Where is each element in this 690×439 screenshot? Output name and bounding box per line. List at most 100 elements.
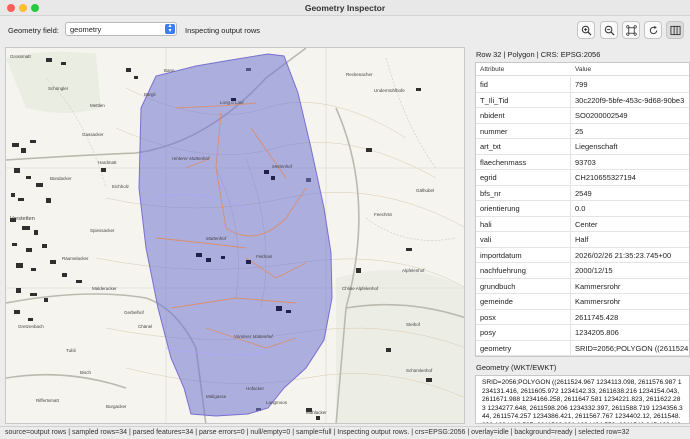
table-row[interactable]: importdatum 2026/02/26 21:35:23.745+00 (476, 247, 689, 263)
attribute-cell: hali (476, 216, 571, 232)
map-label: Malderacker (92, 286, 117, 291)
table-row[interactable]: nummer 25 (476, 123, 689, 139)
attribute-cell: grundbuch (476, 278, 571, 294)
map-label: Grossmatt (10, 54, 31, 59)
geometry-field-value: geometry (70, 25, 102, 34)
value-cell: Liegenschaft (575, 142, 618, 151)
map-label: Tubli (66, 348, 76, 353)
map-label: Gretzenbach (18, 324, 44, 329)
table-row[interactable]: geometry SRID=2056;POLYGON ((2611524.9 (476, 340, 690, 356)
map-label: Vorderer Mattenhof (234, 334, 273, 339)
value-cell: 2549 (575, 188, 592, 198)
map-label: Bärgli (144, 92, 156, 97)
attribute-cell: posx (476, 309, 571, 325)
table-row[interactable]: gemeinde Kammersrohr (476, 294, 689, 310)
attribute-cell: nachfuehrung (476, 263, 571, 279)
zoom-out-icon (604, 25, 615, 36)
table-row[interactable]: posy 1234205.806 (476, 325, 689, 341)
table-row[interactable]: grundbuch Kammersrohr (476, 278, 689, 294)
map-label: Burgacker (106, 404, 127, 409)
wkt-label: Geometry (WKT/EWKT) (476, 363, 557, 372)
value-cell: Center (575, 219, 598, 229)
map-label: Müligasse (206, 394, 227, 399)
value-cell: Kammersrohr (575, 297, 621, 306)
value-cell: 799 (575, 80, 588, 89)
map-label: Hinterer Mattenhof (172, 156, 210, 161)
map-canvas[interactable]: Grossmatt Schüngler Mettlen Bärgli Gassa… (5, 47, 465, 424)
table-row[interactable]: nachfuehrung 2000/12/15 (476, 263, 689, 279)
zoom-out-button[interactable] (600, 21, 618, 39)
map-label: Mühlacker (306, 410, 327, 415)
wkt-text-area[interactable]: SRID=2056;POLYGON ((2611524.967 1234113.… (475, 375, 690, 424)
attribute-cell: importdatum (476, 247, 571, 263)
map-label: Mettlen (90, 103, 105, 108)
table-row[interactable]: bfs_nr 2549 (476, 185, 689, 201)
value-cell: 1234205.806 (575, 328, 619, 337)
geometry-field-select[interactable]: geometry ▴ ▾ (65, 22, 177, 36)
table-row[interactable]: egrid CH210655327194 (476, 170, 689, 186)
chevron-updown-icon: ▴ ▾ (165, 23, 175, 34)
attribute-table[interactable]: Attribute Value fid 799 T_Ili_Tid 30c220f9-… (475, 62, 690, 357)
attribute-cell: geometry (476, 340, 571, 356)
value-cell: SO0200002549 (575, 111, 628, 120)
table-row[interactable]: orientierung 0.0 (476, 201, 689, 217)
value-cell: 2000/12/15 (575, 266, 613, 275)
attribute-cell: art_txt (476, 139, 571, 155)
refresh-button[interactable] (644, 21, 662, 39)
map-label: Hardmatt (98, 160, 117, 165)
map-label: Alpfelenhof (402, 268, 425, 273)
table-row[interactable]: vali Half (476, 232, 689, 248)
value-cell: 2611745.428 (575, 312, 619, 322)
toolbar-status: Inspecting output rows (185, 26, 261, 35)
status-text: source=output rows | sampled rows=34 | p… (5, 429, 630, 436)
value-cell: 30c220f9-5bfe-453c-9d68-90be3 (575, 95, 685, 105)
attribute-cell: orientierung (476, 201, 571, 217)
map-label: Gerbelhof (124, 310, 144, 315)
attribute-cell: vali (476, 232, 571, 248)
column-header-value[interactable]: Value (571, 63, 689, 76)
zoom-extent-button[interactable] (622, 21, 640, 39)
panel-toggle-button[interactable] (666, 21, 684, 39)
value-cell: Kammersrohr (575, 281, 621, 291)
map-label: Riffertsmatt (36, 398, 59, 403)
table-row[interactable]: art_txt Liegenschaft (476, 139, 689, 155)
attribute-cell: egrid (476, 170, 571, 186)
geometry-field-label: Geometry field: (8, 26, 59, 35)
map-label: Chänel (138, 324, 153, 329)
table-row[interactable]: hali Center (476, 216, 689, 232)
attribute-cell: nummer (476, 123, 571, 139)
attribute-cell: fid (476, 77, 571, 93)
map-label: Undermühlhofe (374, 88, 405, 93)
value-cell: 25 (575, 126, 584, 136)
zoom-extent-icon (625, 24, 637, 36)
attribute-cell: flaechenmass (476, 154, 571, 170)
value-cell: SRID=2056;POLYGON ((2611524.9 (575, 343, 690, 353)
table-row[interactable]: T_Ili_Tid 30c220f9-5bfe-453c-9d68-90be3 (476, 92, 689, 108)
column-header-attribute[interactable]: Attribute (476, 63, 571, 76)
map-label: Spiessacker (90, 228, 115, 233)
attribute-cell: posy (476, 325, 571, 341)
map-label: Long o Lani (220, 100, 244, 105)
window-title: Geometry Inspector (304, 3, 386, 13)
map-label: Schüngler (48, 86, 69, 91)
table-row[interactable]: nbident SO0200002549 (476, 108, 689, 124)
map-label: Bann (164, 68, 175, 73)
panel-toggle-icon (669, 25, 681, 35)
table-row[interactable]: posx 2611745.428 (476, 309, 689, 325)
map-label: Mettenhof (272, 164, 293, 169)
map-label: Feldrain (256, 254, 273, 259)
refresh-icon (649, 25, 657, 34)
map-label: Steihof (406, 322, 421, 327)
attribute-cell: bfs_nr (476, 185, 571, 201)
zoom-in-button[interactable] (577, 21, 595, 39)
table-row[interactable]: flaechenmass 93703 (476, 154, 689, 170)
value-cell: Half (575, 235, 589, 244)
map-label: Reckenacher (346, 72, 373, 77)
attribute-cell: nbident (476, 108, 571, 124)
toolbar: Geometry field: geometry ▴ ▾ Inspecting o… (0, 16, 690, 46)
title-bar: Geometry Inspector (0, 0, 690, 16)
table-row[interactable]: fid 799 (476, 77, 689, 93)
attribute-panel: Row 32 | Polygon | CRS: EPSG:2056 Attrib… (470, 47, 690, 424)
attribute-cell: T_Ili_Tid (476, 92, 571, 108)
attribute-cell: gemeinde (476, 294, 571, 310)
